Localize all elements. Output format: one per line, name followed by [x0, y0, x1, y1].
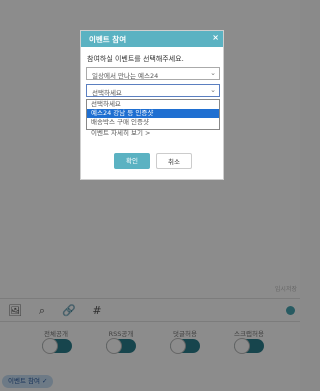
cancel-button[interactable]: 취소: [156, 153, 192, 169]
modal-prompt: 참여하실 이벤트를 선택해주세요.: [87, 55, 184, 63]
modal-title: 이벤트 참여: [89, 35, 127, 44]
event-select[interactable]: 일상에서 만나는 예스24 ⌄: [86, 67, 220, 80]
event-detail-link[interactable]: 이벤트 자세히 보기 >: [91, 127, 151, 137]
dropdown-option[interactable]: 선택하세요: [87, 100, 219, 109]
detail-select[interactable]: 선택하세요 ⌄: [86, 84, 220, 97]
event-modal: 이벤트 참여 × 참여하실 이벤트를 선택해주세요. 일상에서 만나는 예스24…: [80, 30, 224, 180]
detail-select-value: 선택하세요: [92, 89, 122, 97]
chevron-down-icon: ⌄: [210, 69, 216, 77]
dropdown-option[interactable]: 배송박스 구매 인증샷: [87, 118, 219, 127]
event-select-value: 일상에서 만나는 예스24: [92, 72, 159, 80]
detail-dropdown-list: 선택하세요 예스24 강남 등 인증샷 배송박스 구매 인증샷: [86, 99, 220, 130]
confirm-button[interactable]: 확인: [114, 153, 150, 169]
modal-header: 이벤트 참여 ×: [81, 31, 223, 47]
dropdown-option-selected[interactable]: 예스24 강남 등 인증샷: [87, 109, 219, 118]
close-icon[interactable]: ×: [212, 33, 219, 42]
chevron-down-icon: ⌄: [210, 86, 216, 94]
